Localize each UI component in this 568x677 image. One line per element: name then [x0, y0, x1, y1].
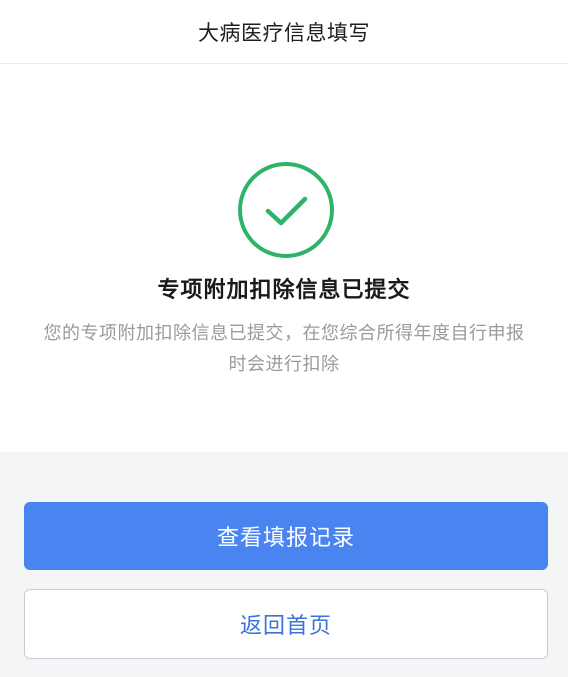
- nav-header: 大病医疗信息填写: [0, 0, 568, 64]
- page-title: 大病医疗信息填写: [198, 20, 370, 45]
- result-title: 专项附加扣除信息已提交: [157, 278, 411, 303]
- result-panel: 专项附加扣除信息已提交 您的专项附加扣除信息已提交，在您综合所得年度自行申报时会…: [0, 64, 568, 452]
- check-circle-icon: [236, 160, 336, 260]
- back-home-button[interactable]: 返回首页: [24, 589, 548, 659]
- view-records-button[interactable]: 查看填报记录: [24, 502, 548, 570]
- result-description: 您的专项附加扣除信息已提交，在您综合所得年度自行申报时会进行扣除: [43, 323, 525, 375]
